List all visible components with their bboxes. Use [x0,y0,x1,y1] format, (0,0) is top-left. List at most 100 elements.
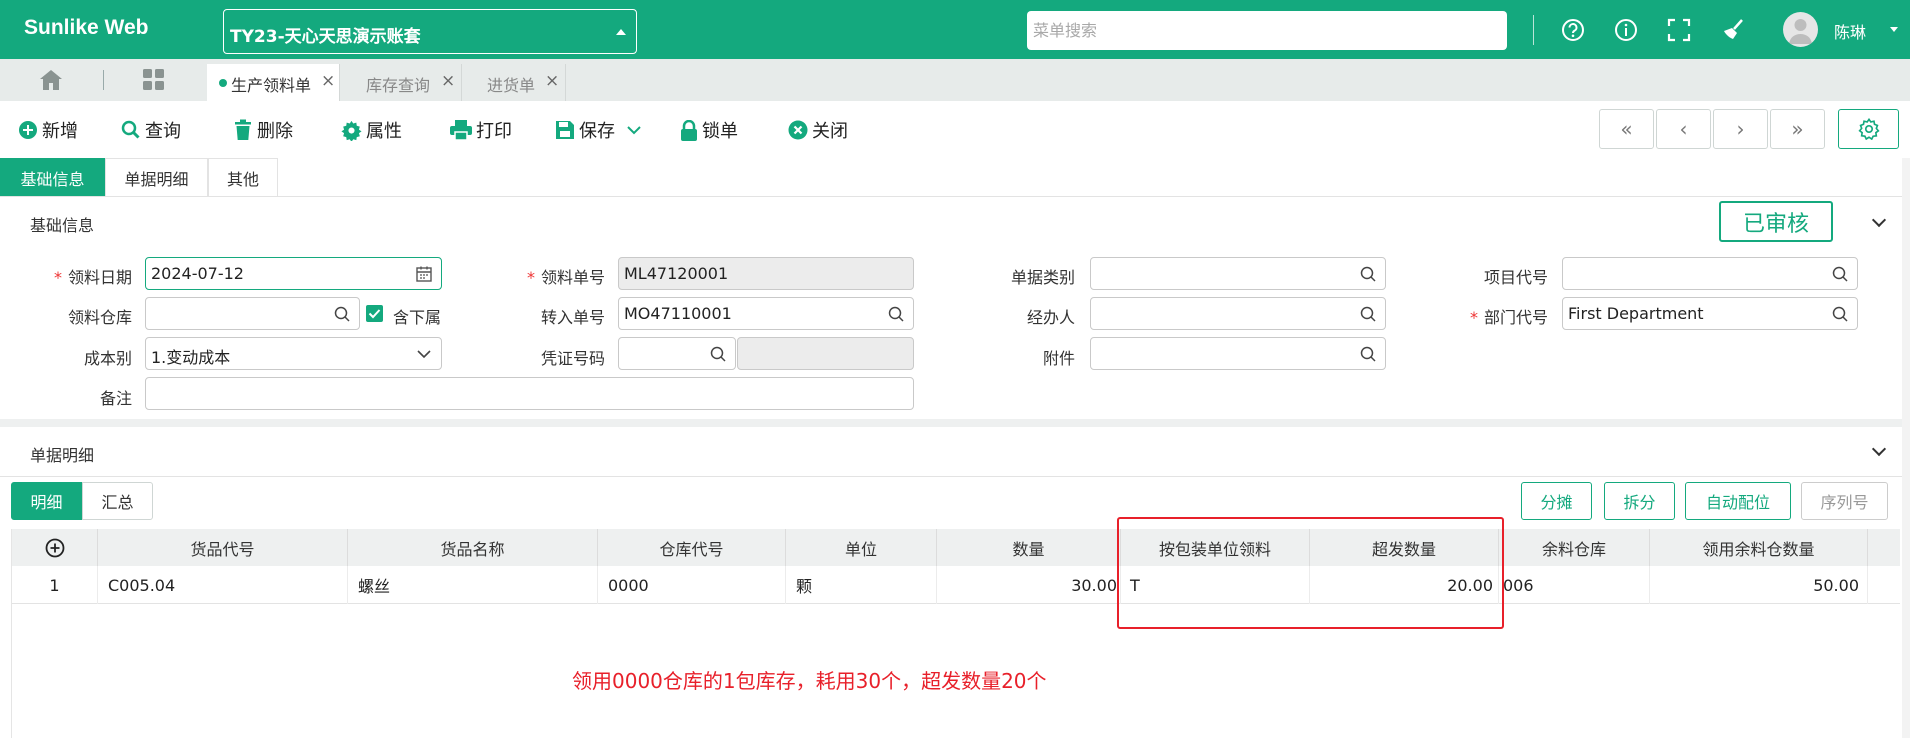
project-code-field[interactable] [1562,257,1858,290]
cell-item-name[interactable]: 螺丝 [348,566,598,604]
col-header[interactable]: 仓库代号 [598,529,786,566]
chevron-down-icon[interactable] [1871,212,1887,228]
lock-button[interactable]: 锁单 [680,117,738,143]
dept-code-field[interactable]: First Department [1562,297,1858,330]
settings-button[interactable] [1838,109,1899,149]
search-icon[interactable] [1831,265,1849,283]
col-header[interactable]: 货品代号 [98,529,348,566]
search-icon[interactable] [333,305,351,323]
grid-icon[interactable] [142,68,166,92]
search-icon[interactable] [1359,345,1377,363]
grid-header: 货品代号 货品名称 仓库代号 单位 数量 按包装单位领料 超发数量 余料仓库 领… [12,529,1900,566]
cell-remainder-quantity[interactable]: 50.00 [1650,566,1868,604]
issue-no-label: * 领料单号 [526,268,605,287]
next-record-button[interactable]: › [1713,109,1768,149]
col-header[interactable]: 领用余料仓数量 [1650,529,1868,566]
annotation-text: 领用0000仓库的1包库存，耗用30个，超发数量20个 [572,669,1047,693]
status-badge: 已审核 [1719,201,1833,242]
printer-icon [450,120,472,140]
tab-detail[interactable]: 明细 [11,482,82,520]
broom-icon[interactable] [1720,16,1748,44]
first-record-button[interactable]: « [1599,109,1654,149]
allocate-button[interactable]: 分摊 [1521,482,1592,520]
close-icon[interactable]: × [321,71,335,91]
print-button[interactable]: 打印 [450,117,512,143]
info-icon[interactable] [1612,16,1640,44]
tab-inventory-query[interactable]: 库存查询 × [340,64,462,101]
handler-field[interactable] [1090,297,1386,330]
properties-label: 属性 [366,121,402,142]
col-header[interactable]: 单位 [786,529,937,566]
scrollbar[interactable] [1902,158,1910,738]
transfer-no-field[interactable]: MO47110001 [618,297,914,330]
include-sub-label: 含下属 [393,308,442,327]
new-button[interactable]: 新增 [18,117,78,143]
search-icon[interactable] [709,345,727,363]
col-header[interactable]: 货品名称 [348,529,598,566]
help-icon[interactable] [1559,16,1587,44]
cell-remainder-warehouse[interactable]: 006 [1499,566,1650,604]
search-icon[interactable] [1359,265,1377,283]
delete-button[interactable]: 删除 [233,117,293,143]
tab-document-detail[interactable]: 单据明细 [105,158,208,196]
auto-location-button[interactable]: 自动配位 [1685,482,1791,520]
attachment-field[interactable] [1090,337,1386,370]
chevron-down-icon [417,350,431,359]
cell-unit[interactable]: 颗 [786,566,937,604]
tab-strip: 生产领料单 × 库存查询 × 进货单 × [0,59,1910,101]
voucher-no-field[interactable] [618,337,736,370]
add-row-cell[interactable] [12,529,98,566]
detail-title: 单据明细 [30,446,95,465]
table-row[interactable]: 1 C005.04 螺丝 0000 颗 30.00 T 20.00 006 50… [12,566,1900,604]
tab-summary[interactable]: 汇总 [82,482,153,520]
caret-down-icon[interactable] [1890,27,1898,32]
tab-other[interactable]: 其他 [208,158,278,196]
col-header[interactable]: 数量 [937,529,1121,566]
chevron-down-icon[interactable] [1871,441,1887,457]
col-header[interactable]: 余料仓库 [1499,529,1650,566]
query-button[interactable]: 查询 [121,117,181,143]
cell-quantity[interactable]: 30.00 [937,566,1121,604]
divider [0,476,1902,477]
account-select[interactable]: TY23-天心天思演示账套 [223,9,637,54]
transfer-no-value: MO47110001 [624,304,732,323]
fullscreen-icon[interactable] [1665,16,1693,44]
search-icon[interactable] [887,305,905,323]
remark-field[interactable] [145,377,914,410]
split-button[interactable]: 拆分 [1604,482,1675,520]
close-button[interactable]: 关闭 [788,117,848,143]
basic-info-title: 基础信息 [30,216,95,235]
cell-item-code[interactable]: C005.04 [98,566,348,604]
cell-warehouse-code[interactable]: 0000 [598,566,786,604]
prev-record-button[interactable]: ‹ [1656,109,1711,149]
warehouse-field[interactable] [145,297,360,330]
plus-circle-icon[interactable] [45,538,65,558]
calendar-icon[interactable] [415,265,433,283]
chevron-down-icon[interactable] [627,125,641,135]
username[interactable]: 陈琳 [1834,19,1866,43]
menu-search-input[interactable] [1027,11,1507,50]
doc-type-field[interactable] [1090,257,1386,290]
search-icon[interactable] [1359,305,1377,323]
tab-purchase-receipt[interactable]: 进货单 × [462,64,566,101]
cost-type-select[interactable]: 1.变动成本 [145,337,442,370]
tab-label: 库存查询 [366,76,431,95]
close-icon[interactable]: × [441,71,455,91]
home-icon[interactable] [38,68,64,92]
properties-button[interactable]: 属性 [341,117,402,143]
tab-production-issue[interactable]: 生产领料单 × [207,64,340,101]
search-icon[interactable] [1831,305,1849,323]
save-button[interactable]: 保存 [555,117,645,143]
new-label: 新增 [42,121,78,142]
highlight-box [1117,517,1504,629]
issue-date-field[interactable]: 2024-07-12 [145,257,442,290]
avatar[interactable] [1783,12,1818,47]
include-sub-checkbox[interactable] [366,305,383,322]
close-icon[interactable]: × [545,71,559,91]
plus-circle-icon [19,121,37,139]
last-record-button[interactable]: » [1770,109,1825,149]
tab-basic-info[interactable]: 基础信息 [0,158,105,196]
search-icon [121,120,140,139]
cost-type-value: 1.变动成本 [151,348,231,367]
serial-number-button[interactable]: 序列号 [1801,482,1888,520]
